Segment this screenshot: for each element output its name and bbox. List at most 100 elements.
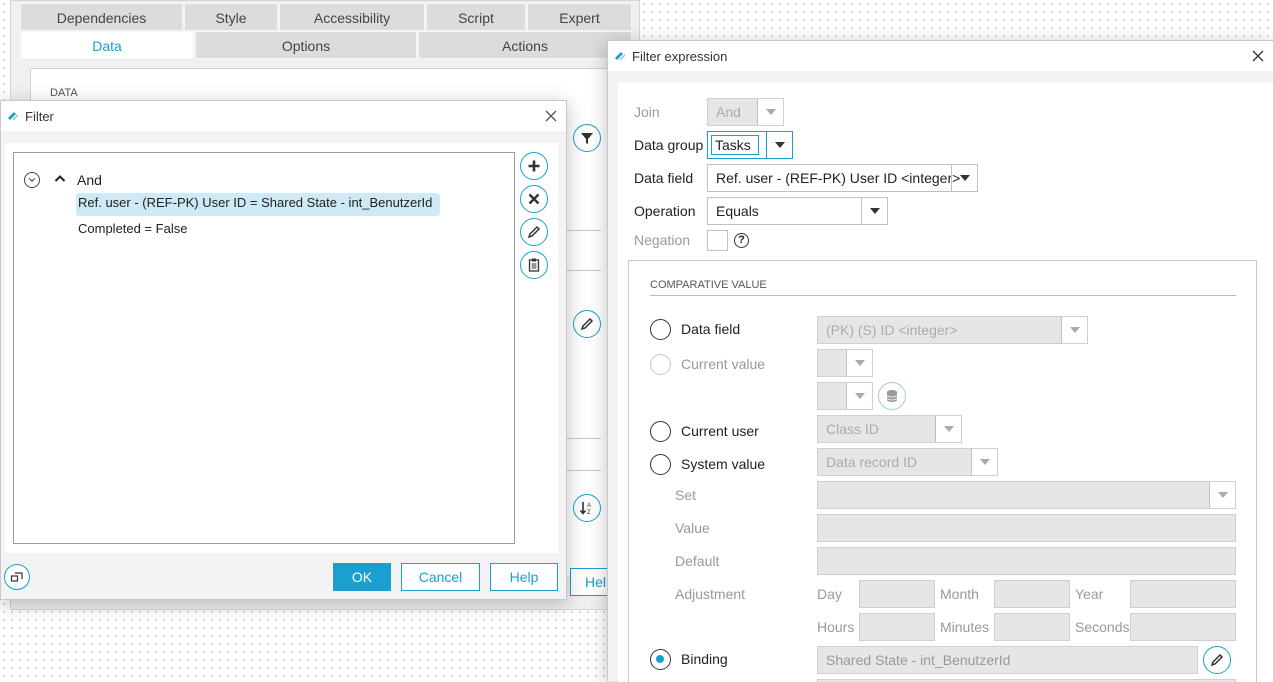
negation-label: Negation (634, 232, 691, 248)
ok-button[interactable]: OK (333, 563, 391, 591)
filter-dialog: Filter And Ref. user - (REF-PK) User ID … (0, 100, 567, 600)
system-value-select[interactable]: Data record ID (817, 448, 998, 476)
current-value-source-select[interactable] (817, 382, 873, 410)
filter-button[interactable] (573, 124, 601, 152)
year-input[interactable] (1130, 580, 1236, 608)
current-user-value: Class ID (826, 421, 879, 437)
divider (565, 470, 601, 471)
year-label: Year (1075, 586, 1104, 602)
minutes-label: Minutes (940, 619, 990, 635)
chevron-down-icon (846, 383, 872, 409)
current-user-radio[interactable] (650, 421, 671, 442)
current-value-label: Current value (681, 356, 766, 372)
data-field-select[interactable]: Ref. user - (REF-PK) User ID <integer> (707, 164, 978, 192)
app-logo-icon (8, 112, 18, 120)
hours-label: Hours (817, 619, 855, 635)
tab-dependencies[interactable]: Dependencies (20, 3, 183, 31)
seconds-label: Seconds (1075, 619, 1130, 635)
help-icon[interactable]: ? (734, 233, 749, 248)
data-field-radio[interactable] (650, 319, 671, 340)
current-value-radio[interactable] (650, 354, 671, 375)
add-condition-button[interactable] (520, 152, 548, 180)
filter-dialog-titlebar: Filter (1, 101, 566, 131)
month-label: Month (940, 586, 979, 602)
filter-icon (581, 133, 593, 144)
collapse-circle-icon[interactable] (24, 172, 40, 188)
adjustment-label: Adjustment (675, 586, 746, 602)
help-button[interactable]: Help (490, 563, 558, 591)
filter-expression-title: Filter expression (632, 48, 728, 64)
tab-options[interactable]: Options (195, 31, 417, 59)
join-label: Join (634, 104, 660, 120)
binding-label: Binding (681, 651, 728, 667)
day-label: Day (817, 586, 842, 602)
hours-input[interactable] (859, 613, 935, 641)
system-value-radio[interactable] (650, 454, 671, 475)
chevron-down-icon (951, 165, 977, 191)
window-icon (10, 572, 23, 582)
tab-accessibility[interactable]: Accessibility (279, 3, 425, 31)
data-field-value: Ref. user - (REF-PK) User ID <integer> (716, 170, 961, 186)
edit-binding-button[interactable] (1203, 646, 1231, 674)
join-value: And (716, 104, 741, 120)
month-input[interactable] (994, 580, 1070, 608)
tree-root-label[interactable]: And (77, 172, 102, 188)
tab-data[interactable]: Data (20, 31, 194, 59)
plus-icon (528, 160, 540, 172)
day-input[interactable] (859, 580, 935, 608)
filter-condition-item[interactable]: Completed = False (78, 221, 187, 236)
filter-condition-item[interactable]: Ref. user - (REF-PK) User ID = Shared St… (76, 193, 441, 216)
edit-condition-button[interactable] (520, 218, 548, 246)
filter-expression-dialog: Filter expression Join And Data group Ta… (607, 40, 1273, 682)
binding-radio[interactable] (650, 649, 671, 670)
data-field-radio-label: Data field (681, 321, 741, 337)
app-logo-icon (615, 52, 625, 60)
close-icon[interactable] (1249, 47, 1267, 65)
negation-checkbox[interactable] (707, 230, 728, 251)
tab-actions[interactable]: Actions (418, 31, 632, 59)
clipboard-icon (528, 258, 540, 272)
divider (565, 230, 601, 231)
current-value-select[interactable] (817, 349, 873, 377)
minutes-input[interactable] (994, 613, 1070, 641)
comparative-data-field-value: (PK) (S) ID <integer> (826, 322, 958, 338)
operation-select[interactable]: Equals (707, 197, 888, 225)
database-button[interactable] (878, 382, 906, 410)
value-label: Value (675, 520, 710, 536)
tab-expert[interactable]: Expert (527, 3, 632, 31)
delete-condition-button[interactable] (520, 185, 548, 213)
sort-button[interactable]: AZ (573, 494, 601, 522)
value-input[interactable] (817, 514, 1236, 542)
filter-tree: And Ref. user - (REF-PK) User ID = Share… (13, 152, 515, 544)
tab-script[interactable]: Script (426, 3, 526, 31)
divider (650, 295, 1236, 296)
comparative-value-heading: COMPARATIVE VALUE (650, 279, 767, 291)
chevron-down-icon (971, 449, 997, 475)
operation-label: Operation (634, 203, 696, 219)
chevron-up-icon[interactable] (54, 173, 66, 188)
binding-input[interactable]: Shared State - int_BenutzerId (817, 646, 1198, 674)
data-field-label: Data field (634, 170, 694, 186)
edit-button[interactable] (573, 310, 601, 338)
join-select[interactable]: And (707, 98, 784, 126)
binding-value: Shared State - int_BenutzerId (826, 652, 1011, 668)
paste-condition-button[interactable] (520, 251, 548, 279)
current-user-select[interactable]: Class ID (817, 415, 962, 443)
comparative-data-field-select[interactable]: (PK) (S) ID <integer> (817, 316, 1088, 344)
pencil-icon (527, 225, 541, 239)
data-group-value: Tasks (715, 137, 751, 153)
cancel-button[interactable]: Cancel (401, 563, 480, 591)
window-mode-button[interactable] (4, 564, 30, 590)
section-label: DATA (50, 87, 78, 99)
svg-text:Z: Z (587, 510, 591, 516)
divider (565, 270, 601, 271)
seconds-input[interactable] (1130, 613, 1236, 641)
chevron-down-icon (757, 99, 783, 125)
default-input[interactable] (817, 547, 1236, 575)
data-group-select[interactable]: Tasks (707, 131, 793, 159)
close-icon[interactable] (542, 107, 560, 125)
set-select[interactable] (817, 481, 1236, 509)
tab-style[interactable]: Style (184, 3, 278, 31)
chevron-down-icon (766, 132, 792, 158)
set-label: Set (675, 487, 697, 503)
